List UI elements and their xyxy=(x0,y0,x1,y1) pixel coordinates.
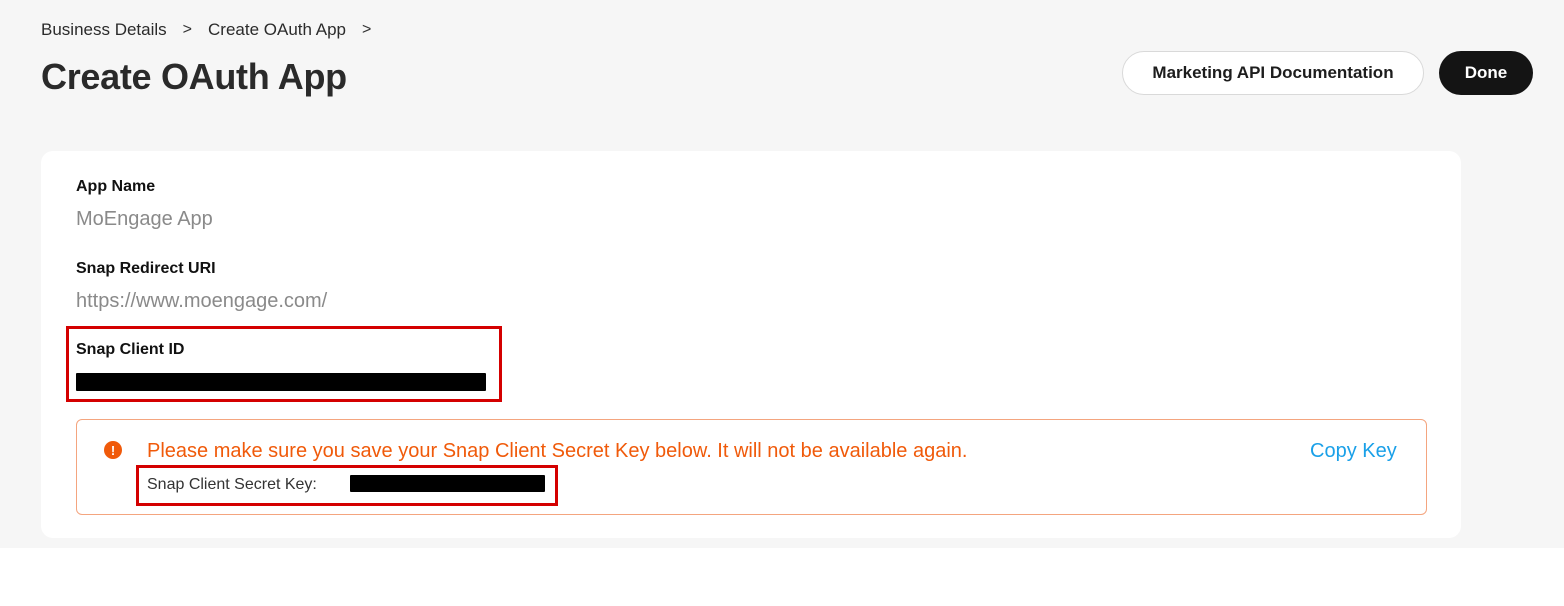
secret-key-highlight-box xyxy=(136,465,558,506)
page-title: Create OAuth App xyxy=(41,56,347,97)
app-name-value: MoEngage App xyxy=(76,208,213,230)
client-id-highlight-box xyxy=(66,326,502,402)
breadcrumb-item-business-details[interactable]: Business Details xyxy=(41,20,167,40)
breadcrumb-item-create-oauth-app[interactable]: Create OAuth App xyxy=(208,20,346,40)
alert-message: Please make sure you save your Snap Clie… xyxy=(147,440,968,462)
app-name-label: App Name xyxy=(76,178,156,195)
chevron-right-icon: > xyxy=(182,21,193,38)
redirect-uri-label: Snap Redirect URI xyxy=(76,260,216,277)
exclamation-icon: ! xyxy=(104,441,122,459)
redirect-uri-value: https://www.moengage.com/ xyxy=(76,290,328,312)
chevron-right-icon: > xyxy=(362,21,372,38)
done-button[interactable]: Done xyxy=(1439,51,1533,95)
copy-key-button[interactable]: Copy Key xyxy=(1310,440,1397,463)
marketing-api-docs-button[interactable]: Marketing API Documentation xyxy=(1122,51,1424,95)
breadcrumb: Business Details > Create OAuth App > xyxy=(41,19,387,41)
